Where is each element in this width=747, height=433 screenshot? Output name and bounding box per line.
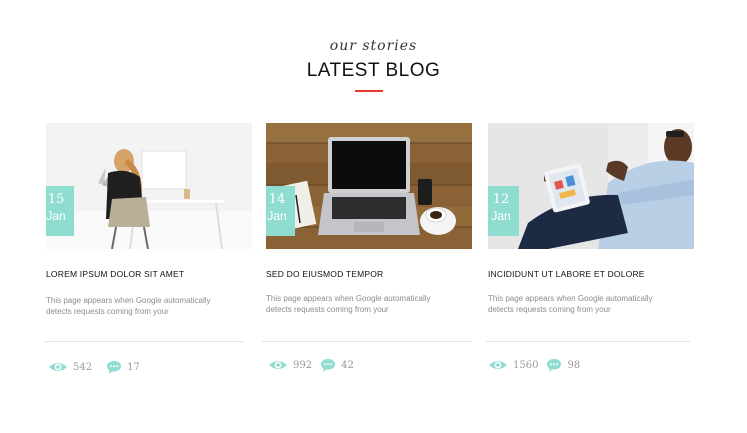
section-title: LATEST BLOG bbox=[306, 60, 441, 81]
card-divider bbox=[262, 341, 472, 342]
post-image[interactable]: 12 Jan bbox=[488, 123, 694, 249]
date-month: Jan bbox=[267, 209, 287, 223]
date-day: 12 bbox=[492, 192, 510, 207]
date-badge: 14 Jan bbox=[266, 186, 295, 236]
post-image[interactable]: 14 Jan bbox=[266, 123, 472, 249]
blog-card[interactable]: 15 Jan LOREM IPSUM DOLOR SIT AMET This p… bbox=[44, 123, 252, 374]
comment-icon bbox=[107, 361, 122, 374]
post-stats: 542 17 bbox=[48, 359, 140, 375]
comment-icon bbox=[321, 359, 336, 372]
post-excerpt: This page appears when Google automatica… bbox=[46, 296, 211, 316]
eye-icon bbox=[49, 363, 67, 371]
woman-at-desk-image bbox=[46, 123, 252, 249]
post-title[interactable]: LOREM IPSUM DOLOR SIT AMET bbox=[46, 269, 184, 279]
view-count: 1560 bbox=[513, 359, 539, 371]
card-divider bbox=[486, 341, 690, 342]
comment-icon bbox=[547, 359, 562, 372]
post-title[interactable]: INCIDIDUNT UT LABORE ET DOLORE bbox=[488, 269, 645, 279]
post-stats: 1560 98 bbox=[488, 357, 580, 373]
comment-count: 98 bbox=[567, 359, 581, 371]
post-title[interactable]: SED DO EIUSMOD TEMPOR bbox=[266, 269, 383, 279]
date-badge: 12 Jan bbox=[488, 186, 519, 236]
laptop-on-table-image bbox=[266, 123, 472, 249]
title-underline bbox=[355, 90, 383, 92]
view-count: 542 bbox=[73, 361, 93, 373]
date-day: 15 bbox=[47, 192, 65, 207]
post-stats: 992 42 bbox=[268, 357, 354, 373]
view-count: 992 bbox=[293, 359, 313, 371]
post-image[interactable]: 15 Jan bbox=[46, 123, 252, 249]
post-excerpt: This page appears when Google automatica… bbox=[488, 294, 653, 314]
blog-card[interactable]: 14 Jan SED DO EIUSMOD TEMPOR This page a… bbox=[262, 123, 472, 372]
post-excerpt: This page appears when Google automatica… bbox=[266, 294, 431, 314]
comment-count: 42 bbox=[341, 359, 354, 371]
eye-icon bbox=[269, 361, 287, 369]
blog-card[interactable]: 12 Jan INCIDIDUNT UT LABORE ET DOLORE Th… bbox=[486, 123, 694, 372]
date-month: Jan bbox=[491, 209, 511, 223]
date-day: 14 bbox=[268, 192, 286, 207]
script-heading: our stories bbox=[329, 38, 418, 54]
eye-icon bbox=[489, 361, 507, 369]
date-badge: 15 Jan bbox=[46, 186, 74, 236]
card-divider bbox=[44, 341, 244, 342]
comment-count: 17 bbox=[127, 361, 140, 373]
date-month: Jan bbox=[46, 209, 66, 223]
